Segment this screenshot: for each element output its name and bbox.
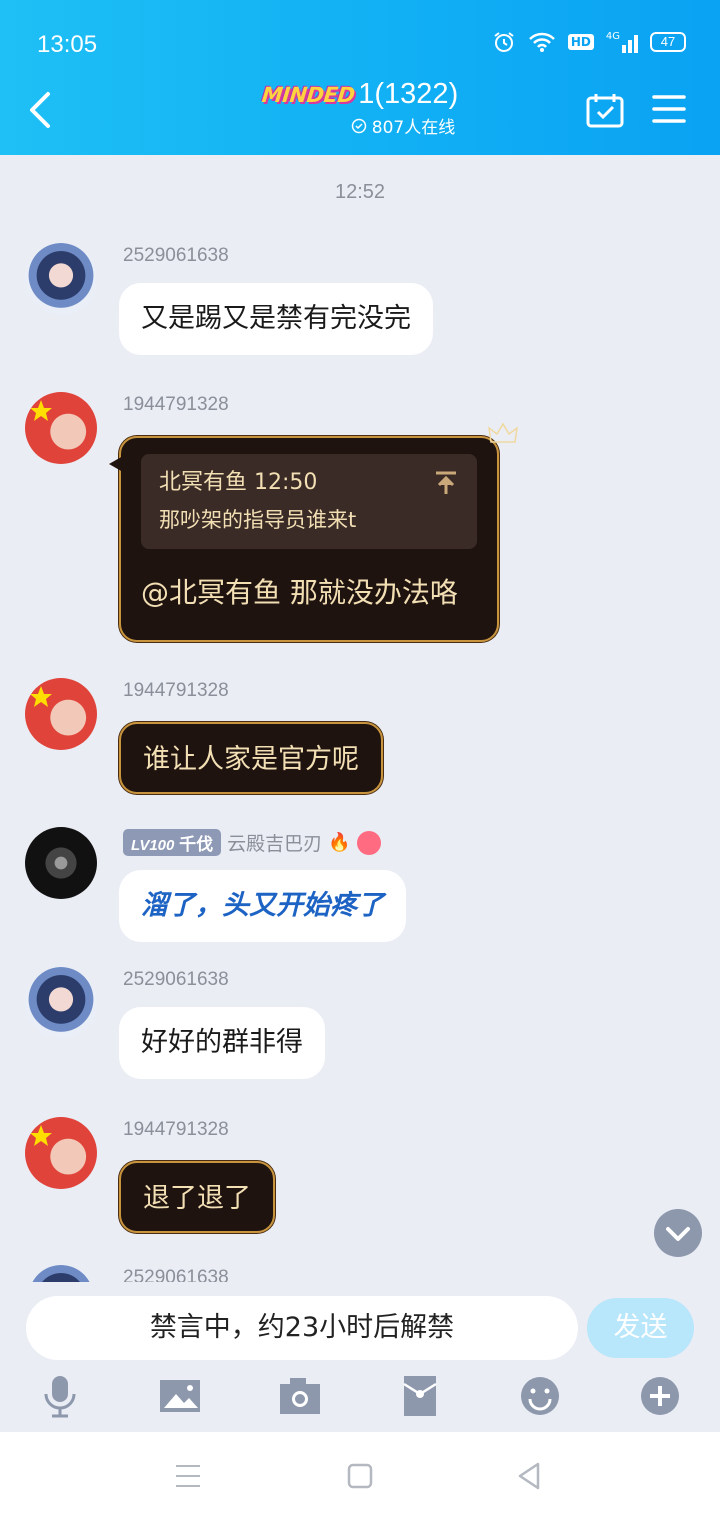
avatar[interactable]	[25, 967, 97, 1039]
avatar[interactable]	[25, 243, 97, 315]
sender-header: LV100 千伐 云殿吉巴刃 🔥	[123, 829, 381, 856]
avatar[interactable]	[25, 827, 97, 899]
avatar[interactable]	[25, 1265, 97, 1282]
system-nav-bar	[0, 1432, 720, 1520]
quote-author: 北冥有鱼	[159, 470, 248, 495]
alarm-icon	[494, 32, 514, 52]
hd-icon: HD	[567, 34, 594, 50]
avatar[interactable]	[25, 1117, 97, 1189]
sender-name[interactable]: 2529061638	[123, 969, 229, 991]
battery-icon: 47	[650, 32, 686, 52]
quote-text: 那吵架的指导员谁来t	[159, 508, 357, 532]
sender-name[interactable]: 1944791328	[123, 1119, 229, 1141]
input-toolbar	[0, 1374, 720, 1422]
sender-name[interactable]: 云殿吉巴刃	[227, 829, 322, 856]
star-icon	[30, 1125, 52, 1146]
message-bubble[interactable]: 谁让人家是官方呢	[119, 722, 383, 794]
star-icon	[30, 400, 52, 421]
message-timestamp: 12:52	[334, 181, 386, 203]
message-bubble[interactable]: 北冥有鱼 12:50 那吵架的指导员谁来t @北冥有鱼 那就没办法咯	[109, 422, 518, 642]
home-icon[interactable]	[344, 1460, 376, 1492]
message-bubble[interactable]: 溜了，头又开始疼了	[119, 870, 406, 942]
quote-time: 12:50	[254, 470, 318, 495]
plus-icon[interactable]	[638, 1374, 682, 1418]
check-circle-icon	[351, 118, 367, 133]
menu-icon[interactable]	[652, 94, 686, 124]
sender-name[interactable]: 1944791328	[123, 680, 229, 702]
bubble-tail	[109, 456, 123, 472]
message-bubble[interactable]: 又是踢又是禁有完没完	[119, 283, 433, 355]
wifi-icon	[528, 32, 555, 52]
status-time: 13:05	[37, 31, 98, 58]
jump-to-top-icon[interactable]	[433, 470, 459, 496]
signal-icon: 4G	[606, 31, 638, 53]
flame-icon: 🔥	[328, 832, 351, 852]
camera-icon[interactable]	[278, 1374, 322, 1418]
star-icon	[30, 686, 52, 707]
sender-name[interactable]: 2529061638	[123, 1267, 229, 1282]
smile-badge-icon	[356, 830, 381, 855]
avatar[interactable]	[25, 678, 97, 750]
level-badge: LV100 千伐	[123, 829, 222, 856]
chevron-down-icon	[666, 1227, 690, 1241]
sender-name[interactable]: 1944791328	[123, 394, 229, 416]
message-bubble[interactable]: 好好的群非得	[119, 1007, 325, 1079]
red-packet-icon[interactable]	[398, 1374, 442, 1418]
sender-name[interactable]: 2529061638	[123, 245, 229, 267]
status-icons: HD 4G 47	[492, 30, 686, 54]
crown-icon	[488, 422, 518, 443]
recent-apps-icon[interactable]	[172, 1460, 204, 1492]
avatar[interactable]	[25, 392, 97, 464]
group-name: 1(1322)	[358, 78, 459, 110]
image-icon[interactable]	[158, 1374, 202, 1418]
group-logo: MINDED	[260, 82, 356, 107]
message-input[interactable]: 禁言中，约23小时后解禁	[26, 1296, 578, 1360]
send-button[interactable]: 发送	[587, 1298, 694, 1358]
message-bubble[interactable]: 退了退了	[119, 1161, 275, 1233]
back-nav-icon[interactable]	[514, 1460, 546, 1492]
message-text: @北冥有鱼 那就没办法咯	[141, 575, 458, 609]
chat-header: 13:05 HD 4G 47 MINDED 1(1322) 807人在线	[0, 0, 720, 155]
scroll-to-bottom-button[interactable]	[654, 1209, 702, 1257]
emoji-icon[interactable]	[518, 1374, 562, 1418]
network-type: 4G	[605, 31, 620, 42]
input-area: 禁言中，约23小时后解禁 发送	[0, 1282, 720, 1432]
checkin-icon[interactable]	[586, 92, 624, 128]
quoted-message[interactable]: 北冥有鱼 12:50 那吵架的指导员谁来t	[141, 454, 477, 549]
mic-icon[interactable]	[38, 1374, 82, 1418]
chat-area[interactable]: 12:52 2529061638 又是踢又是禁有完没完 1944791328 北…	[0, 155, 720, 1282]
